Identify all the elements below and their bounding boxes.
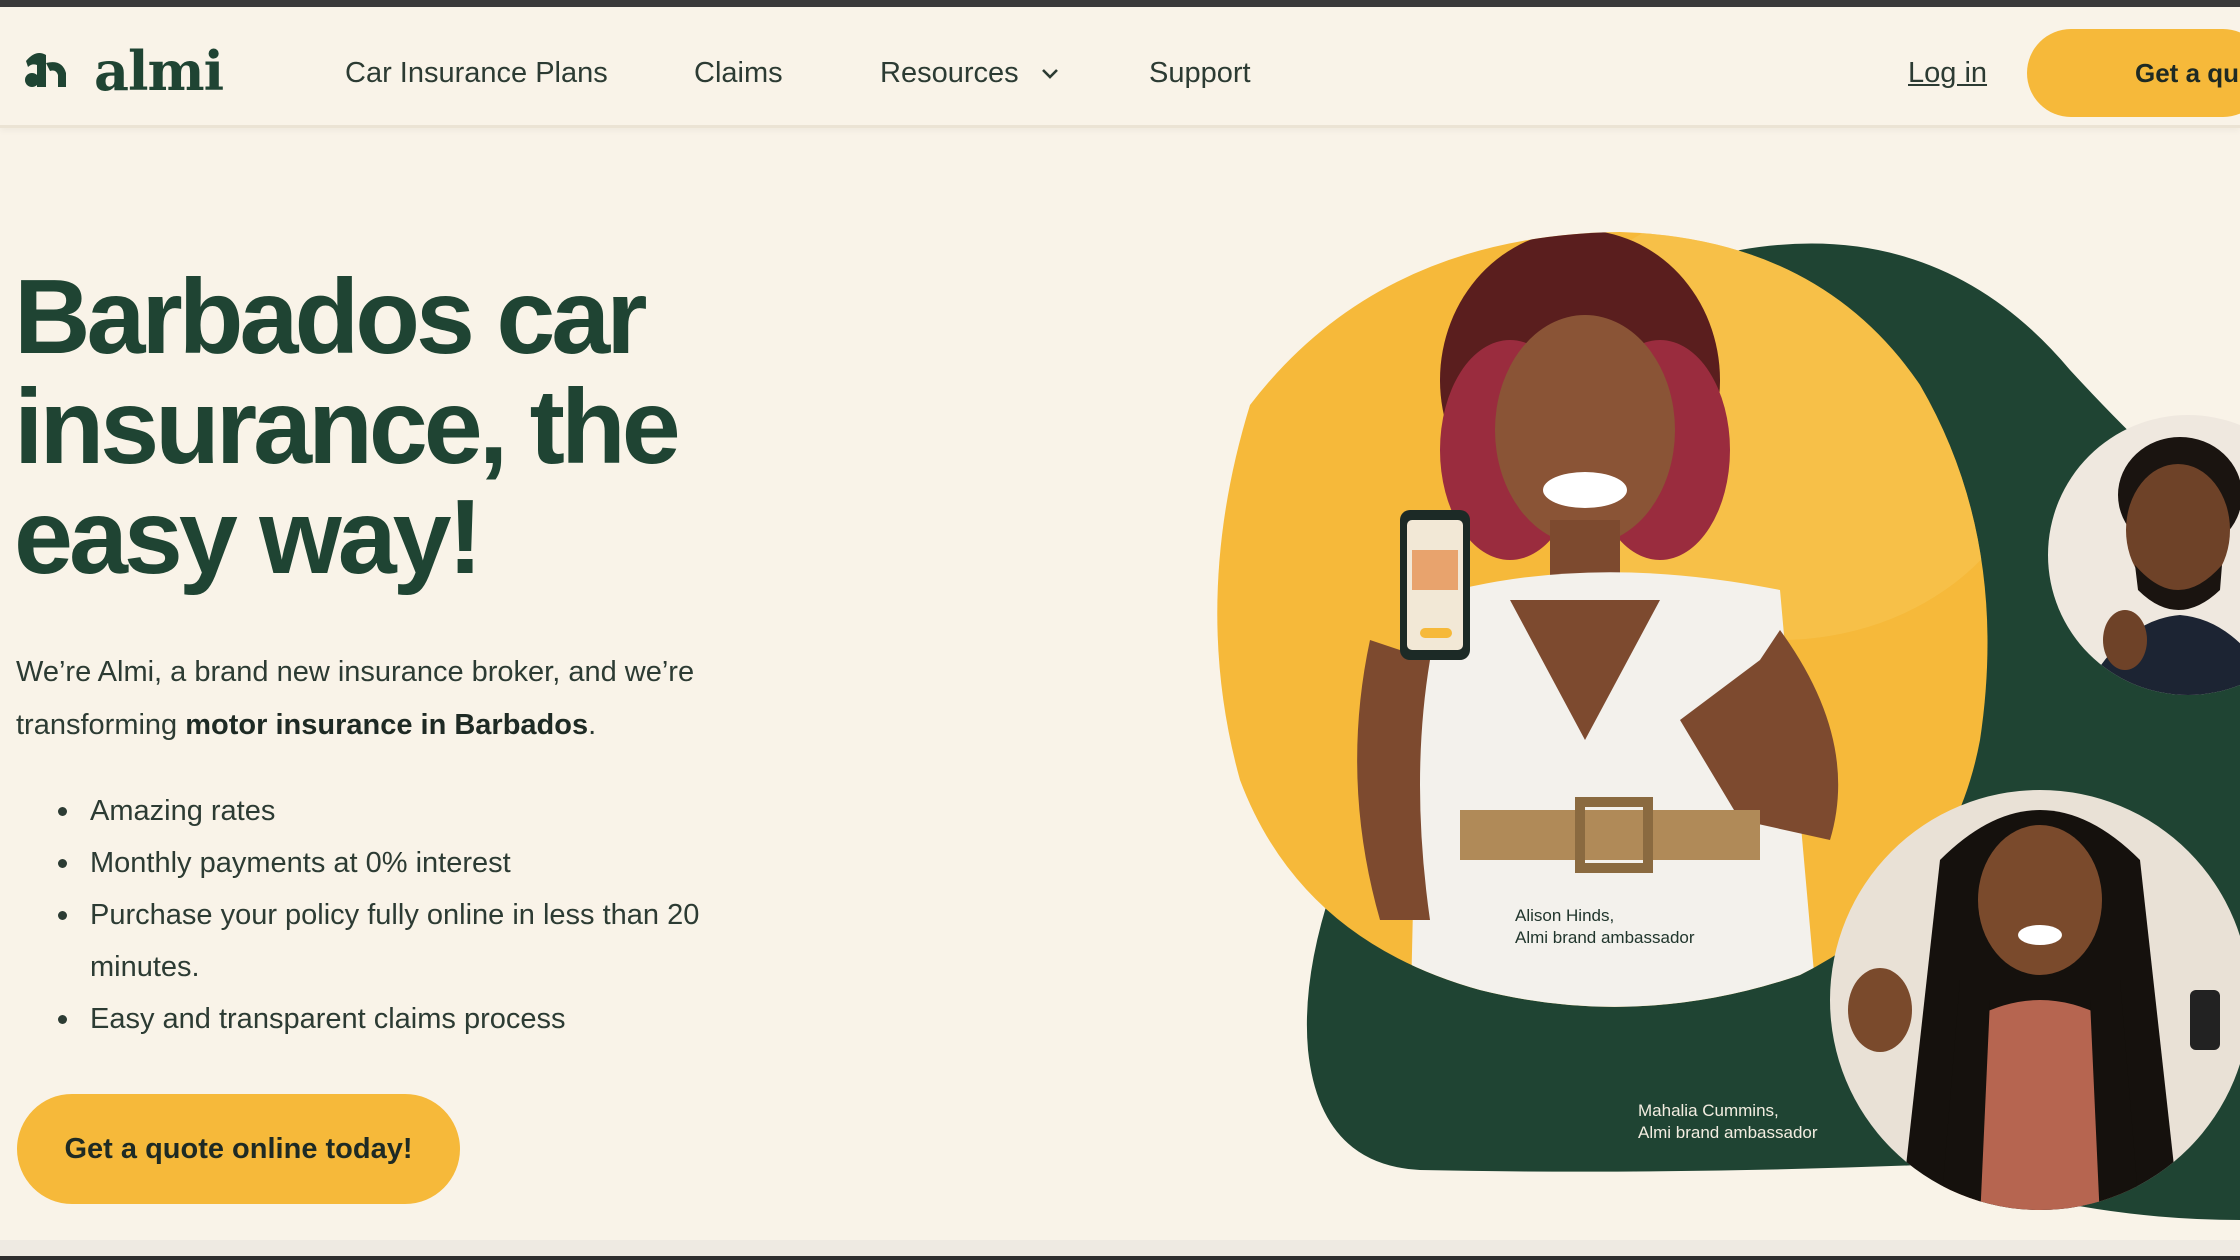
benefit-item: Monthly payments at 0% interest (58, 837, 718, 889)
browser-top-strip (0, 0, 2240, 7)
hero-intro: We’re Almi, a brand new insurance broker… (16, 646, 716, 752)
intro-period: . (588, 709, 597, 741)
logo-wordmark: almi (94, 39, 224, 103)
nav-car-insurance-plans[interactable]: Car Insurance Plans (345, 53, 608, 93)
intro-highlight: motor insurance in Barbados (185, 709, 589, 741)
benefit-item: Amazing rates (58, 785, 718, 837)
chevron-down-icon (1041, 69, 1058, 80)
nav-support[interactable]: Support (1149, 53, 1251, 93)
benefit-item: Purchase your policy fully online in les… (58, 889, 718, 993)
almi-logo[interactable]: almi (22, 39, 224, 103)
site-header: almi Car Insurance Plans Claims Resource… (0, 7, 2240, 128)
caption-name: Alison Hinds, (1515, 906, 1615, 925)
benefit-item: Easy and transparent claims process (58, 993, 718, 1045)
main-photo-caption: Alison Hinds, Almi brand ambassador (1515, 905, 1695, 949)
get-quote-online-button[interactable]: Get a quote online today! (17, 1094, 460, 1204)
login-link[interactable]: Log in (1908, 53, 1987, 93)
caption-role: Almi brand ambassador (1638, 1123, 1818, 1142)
almi-logo-mark-icon (25, 53, 66, 87)
nav-resources-dropdown[interactable]: Resources (880, 53, 1059, 93)
caption-name: Mahalia Cummins, (1638, 1101, 1779, 1120)
hero-headline: Barbados car insurance, the easy way! (14, 258, 681, 596)
caption-role: Almi brand ambassador (1515, 928, 1695, 947)
nav-resources-label: Resources (880, 57, 1019, 89)
hero-photo-collage (1217, 232, 2240, 1221)
browser-bottom-edge (0, 1256, 2240, 1260)
get-a-quote-nav-button[interactable]: Get a quote (2027, 29, 2240, 117)
second-photo-caption: Mahalia Cummins, Almi brand ambassador (1638, 1100, 1818, 1144)
benefits-list: Amazing rates Monthly payments at 0% int… (58, 785, 718, 1045)
nav-claims[interactable]: Claims (694, 53, 783, 93)
